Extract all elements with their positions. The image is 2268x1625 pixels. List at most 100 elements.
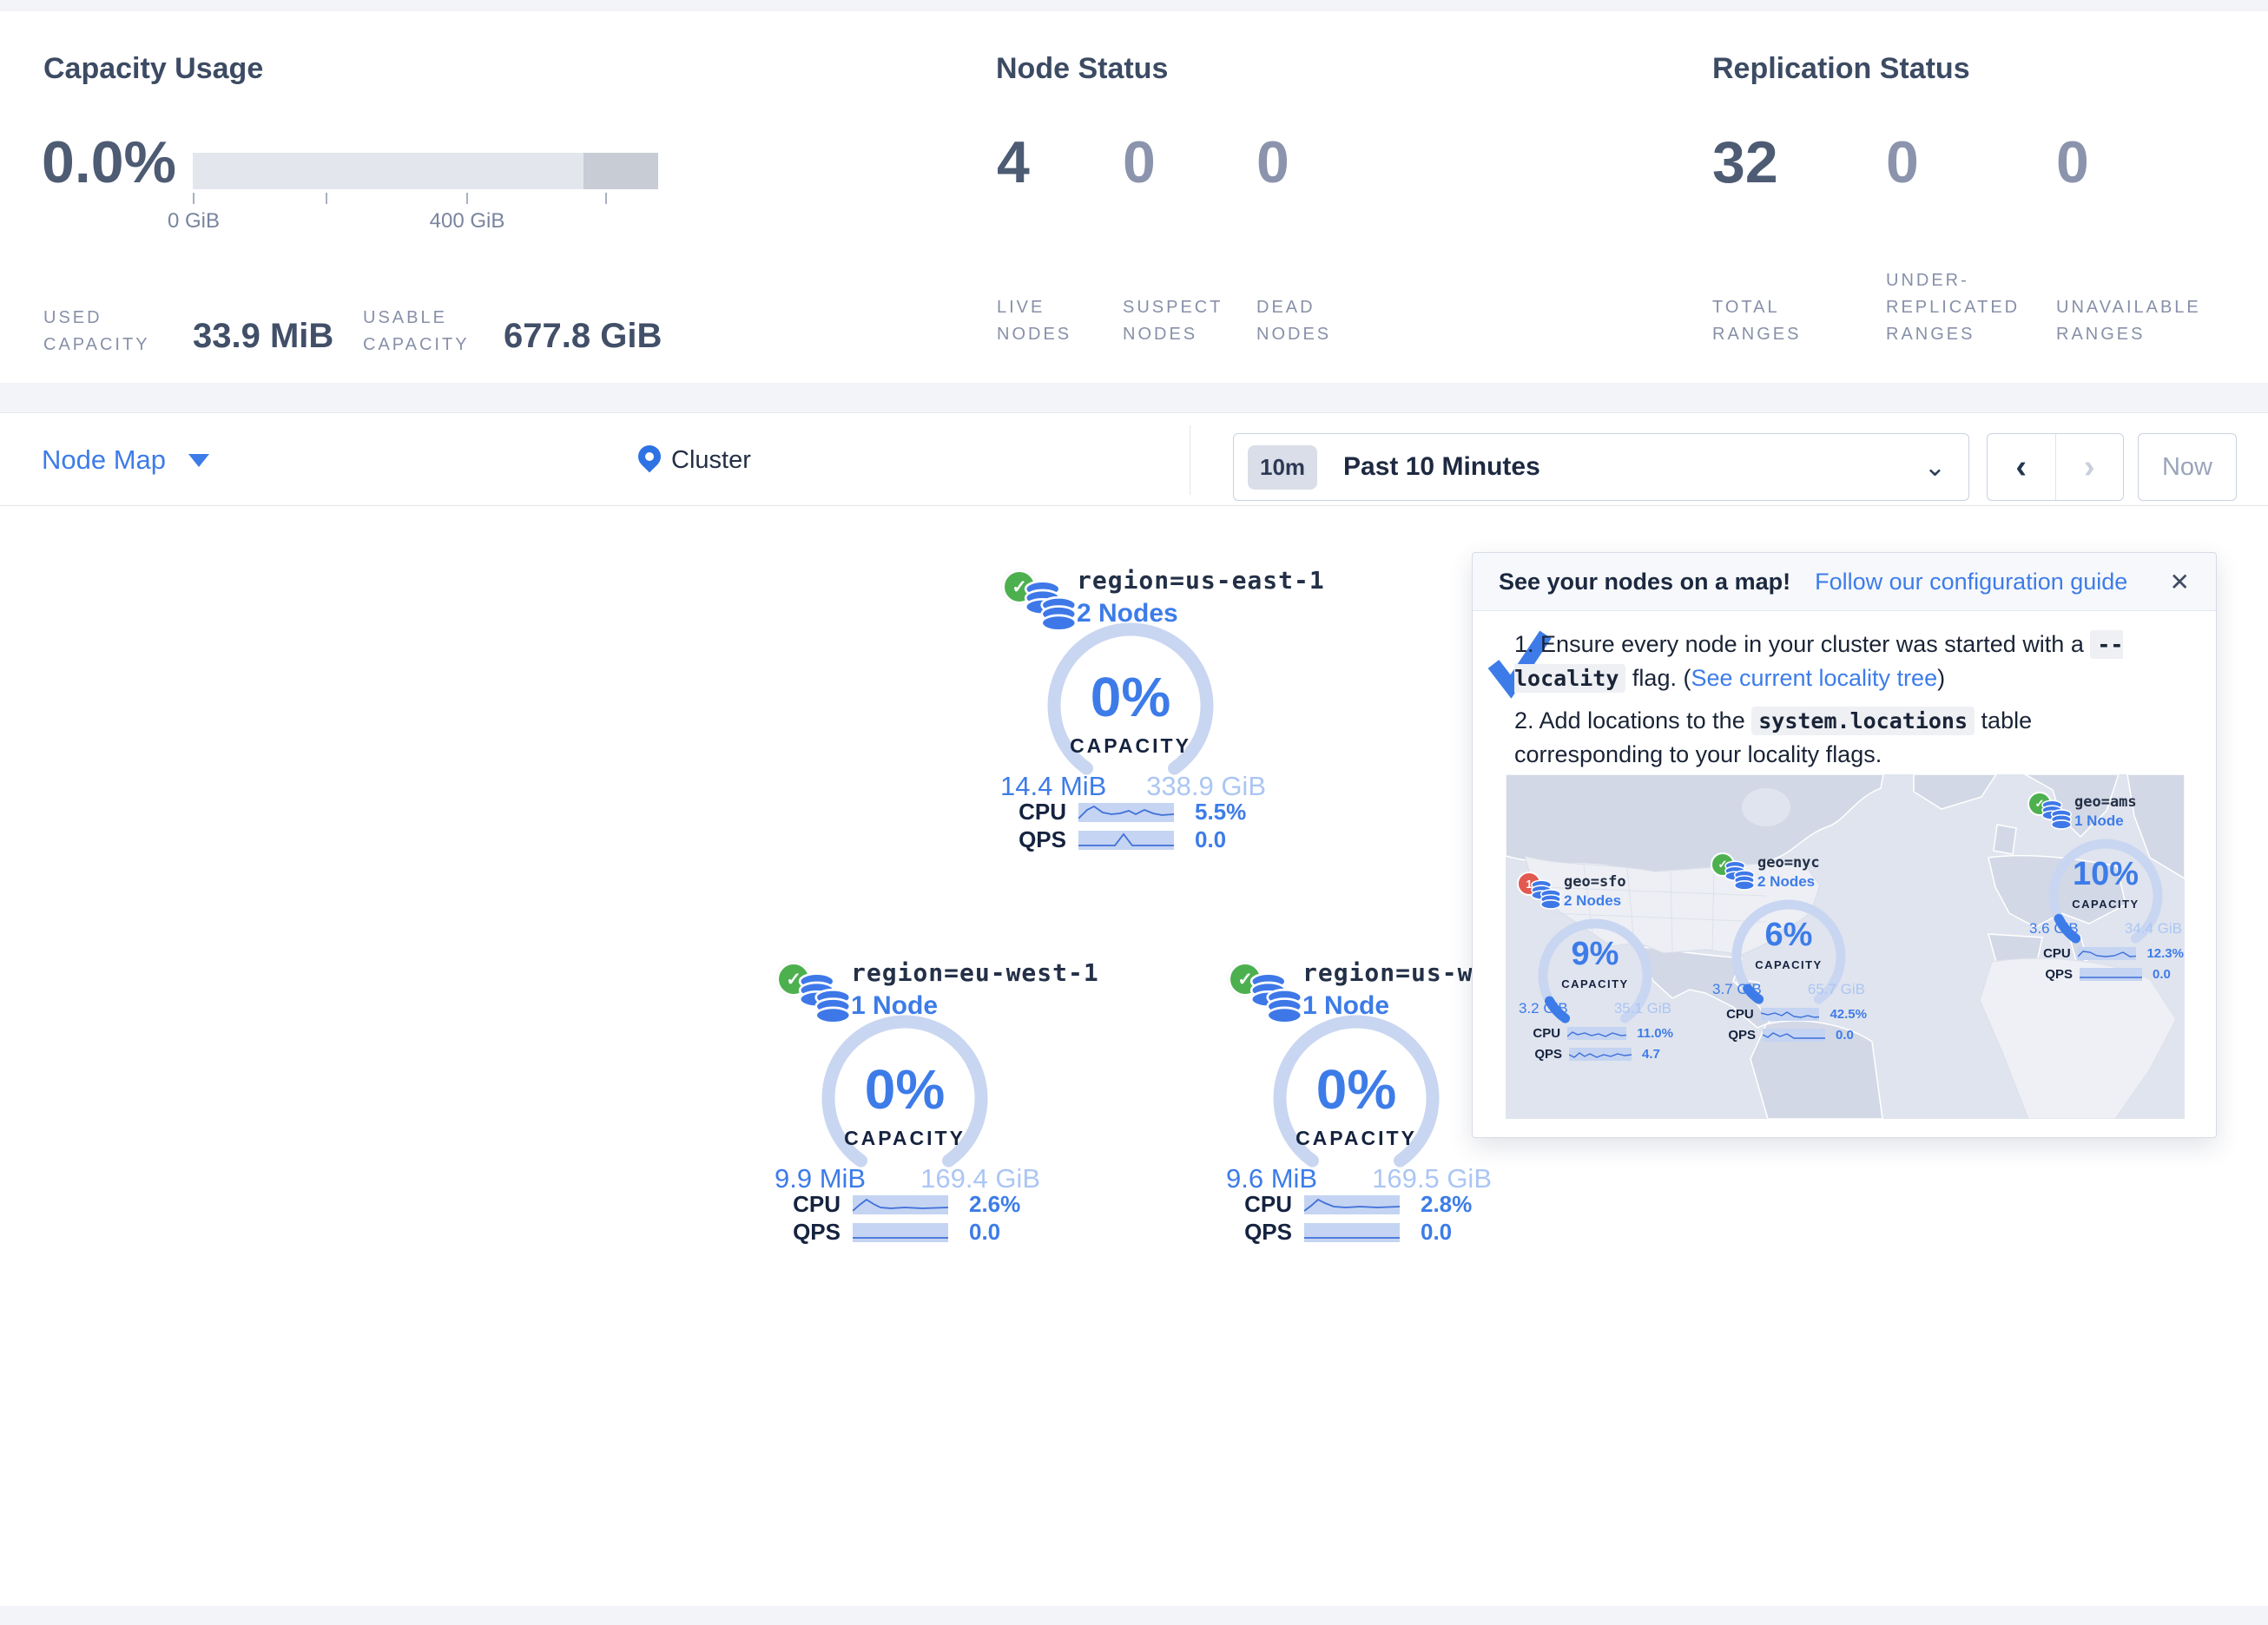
view-selector-label: Node Map [42,444,166,476]
map-node-geo-ams[interactable]: ✓ geo=ams 1 Node 10% CAPACITY 3.6 GiB 34… [2027,792,2184,1000]
popup-header: See your nodes on a map! Follow our conf… [1473,553,2216,611]
capacity-axis-tick [326,193,327,204]
capacity-total-value: 169.4 GiB [920,1163,1040,1194]
locality-tree-link[interactable]: See current locality tree [1691,665,1937,691]
capacity-usage-title: Capacity Usage [43,52,263,86]
capacity-axis-tick [193,193,194,204]
unavailable-ranges-label: UNAVAILABLE RANGES [2056,294,2243,348]
cpu-label: CPU [1723,1007,1761,1022]
capacity-axis-label-0: 0 GiB [168,209,220,234]
qps-label: QPS [1226,1219,1304,1246]
time-range-select[interactable]: 10m Past 10 Minutes ⌄ [1233,433,1969,501]
node-map-setup-popup: See your nodes on a map! Follow our conf… [1472,552,2217,1138]
capacity-used-value: 14.4 MiB [1000,771,1106,802]
usable-capacity-label: USABLE CAPACITY [363,305,485,359]
qps-value: 0.0 [948,1219,1000,1246]
qps-value: 0.0 [2142,967,2171,982]
cpu-value: 2.8% [1400,1191,1472,1218]
world-map: 1 geo=sfo 2 Nodes 9% CAPACITY 3.2 GiB 35… [1506,774,2185,1119]
capacity-total-value: 35.1 GiB [1614,1000,1671,1017]
map-node-geo-sfo[interactable]: 1 geo=sfo 2 Nodes 9% CAPACITY 3.2 GiB 35… [1517,872,1673,1080]
cpu-label: CPU [775,1191,853,1218]
map-node-geo-nyc[interactable]: ✓ geo=nyc 2 Nodes 6% CAPACITY 3.7 GiB 65… [1711,852,1867,1061]
capacity-used-value: 9.9 MiB [775,1163,866,1194]
top-strip [0,0,2268,11]
caret-down-icon [188,454,209,467]
step-text: flag. ( [1625,665,1691,691]
next-time-window-button[interactable]: › [2056,434,2124,500]
capacity-total-value: 338.9 GiB [1146,771,1266,802]
time-range-badge: 10m [1248,445,1317,490]
capacity-axis-tick [466,193,468,204]
view-selector-dropdown[interactable]: Node Map [42,413,209,507]
locality-node-count: 1 Node [2074,812,2124,830]
qps-label: QPS [2040,967,2080,982]
qps-label: QPS [1723,1028,1763,1043]
cpu-label: CPU [1000,799,1078,826]
capacity-usage-bar-unusable [583,153,658,189]
qps-value: 0.0 [1825,1028,1854,1043]
cpu-sparkline [1078,803,1174,822]
cpu-value: 2.6% [948,1191,1020,1218]
usable-capacity-value: 677.8 GiB [504,317,662,356]
cpu-sparkline [1567,1027,1626,1040]
configuration-guide-link[interactable]: Follow our configuration guide [1815,569,2127,595]
cpu-value: 11.0% [1626,1026,1673,1041]
live-nodes-value: 4 [997,133,1030,192]
cpu-label: CPU [1529,1026,1567,1041]
cpu-sparkline [1304,1195,1400,1214]
capacity-axis-label-400: 400 GiB [430,209,505,234]
step-number: 2. [1514,707,1534,734]
location-pin-icon [634,441,666,473]
qps-value: 0.0 [1400,1219,1452,1246]
cpu-sparkline [853,1195,948,1214]
locality-label: geo=nyc [1757,854,1820,872]
now-button[interactable]: Now [2138,433,2237,501]
under-replicated-ranges-label: UNDER-REPLICATED RANGES [1886,267,2047,348]
used-capacity-value: 33.9 MiB [193,317,333,356]
prev-time-window-button[interactable]: ‹ [1988,434,2056,500]
close-icon[interactable]: ✕ [2170,568,2190,596]
step-text: Ensure every node in your cluster was st… [1540,631,2090,657]
capacity-percent: 10% [2027,856,2184,893]
under-replicated-ranges-value: 0 [1886,133,1919,192]
popup-step-2: 2. Add locations to the system.locations… [1514,704,2185,771]
node-status-title: Node Status [996,52,1168,86]
dead-nodes-value: 0 [1256,133,1289,192]
database-icon [1529,878,1562,910]
step-text: ) [1937,665,1945,691]
cpu-label: CPU [2040,946,2078,961]
popup-steps: 1. Ensure every node in your cluster was… [1514,628,2185,780]
qps-label: QPS [1529,1047,1569,1062]
region-node-us-east-1[interactable]: ✓ region=us-east-1 2 Nodes 0% CAPACITY 1… [948,562,1313,862]
view-toolbar: Node Map Cluster 10m Past 10 Minutes ⌄ ‹… [0,412,2268,506]
summary-toolbar-gap [0,383,2268,412]
dead-nodes-label: DEAD NODES [1256,294,1361,348]
capacity-used-value: 3.6 GiB [2029,920,2079,938]
locality-label: geo=sfo [1564,873,1626,891]
qps-sparkline [853,1223,948,1242]
cpu-value: 12.3% [2136,946,2184,961]
locality-label: geo=ams [2074,793,2137,811]
qps-label: QPS [1000,826,1078,853]
bottom-strip [0,1606,2268,1625]
capacity-label: CAPACITY [722,1127,1087,1150]
used-capacity-label: USED CAPACITY [43,305,174,359]
breadcrumb[interactable]: Cluster [638,413,751,507]
qps-value: 0.0 [1174,826,1226,853]
cpu-sparkline [1761,1008,1820,1021]
qps-value: 4.7 [1632,1047,1660,1062]
capacity-label: CAPACITY [1517,977,1673,990]
time-range-label: Past 10 Minutes [1343,452,1540,482]
chevron-down-icon: ⌄ [1924,452,1946,483]
capacity-label: CAPACITY [2027,898,2184,911]
live-nodes-label: LIVE NODES [997,294,1101,348]
qps-label: QPS [775,1219,853,1246]
cpu-value: 42.5% [1819,1007,1867,1022]
capacity-label: CAPACITY [948,734,1313,758]
region-node-eu-west-1[interactable]: ✓ region=eu-west-1 1 Node 0% CAPACITY 9.… [722,955,1087,1254]
usable-capacity-stat: USABLE CAPACITY 677.8 GiB [363,305,662,359]
total-ranges-value: 32 [1712,133,1778,192]
capacity-used-value: 3.2 GiB [1519,1000,1568,1017]
qps-sparkline [1569,1048,1632,1061]
